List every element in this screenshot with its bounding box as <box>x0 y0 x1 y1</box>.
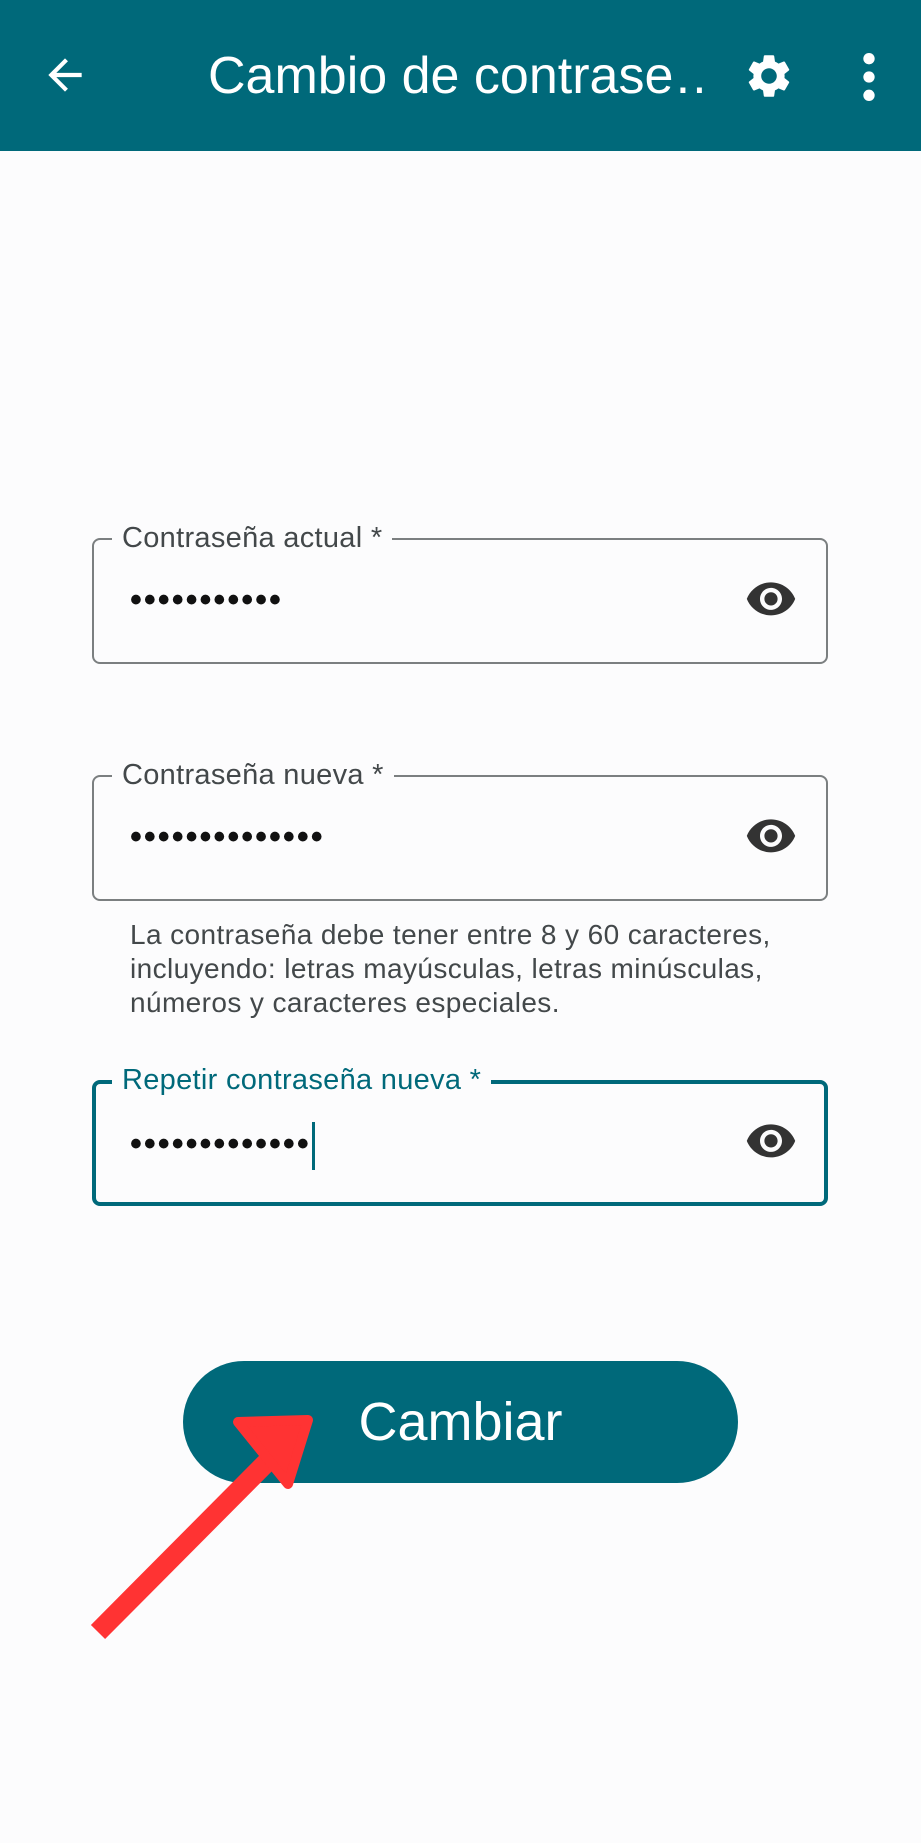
eye-icon[interactable] <box>744 578 798 622</box>
new-password-field[interactable]: Contraseña nueva * •••••••••••••• <box>92 757 828 901</box>
current-password-label: Contraseña actual * <box>112 520 393 556</box>
new-password-value: •••••••••••••• <box>130 818 325 856</box>
gear-icon[interactable] <box>743 50 795 102</box>
current-password-value: ••••••••••• <box>130 581 283 619</box>
repeat-password-label: Repetir contraseña nueva * <box>112 1062 492 1098</box>
repeat-password-value: ••••••••••••• <box>130 1124 311 1163</box>
arrow-back-icon[interactable] <box>40 50 90 100</box>
current-password-field[interactable]: Contraseña actual * ••••••••••• <box>92 520 828 664</box>
page-title: Cambio de contrase… <box>208 47 708 105</box>
new-password-label: Contraseña nueva * <box>112 757 394 793</box>
text-caret <box>311 1122 315 1170</box>
password-helper-text: La contraseña debe tener entre 8 y 60 ca… <box>130 919 771 1018</box>
eye-icon[interactable] <box>744 815 798 859</box>
repeat-password-input[interactable]: ••••••••••••• <box>130 1122 315 1170</box>
cambiar-button[interactable]: Cambiar <box>183 1361 738 1483</box>
more-vert-icon[interactable] <box>852 52 886 102</box>
eye-icon[interactable] <box>744 1120 798 1164</box>
repeat-password-field[interactable]: Repetir contraseña nueva * ••••••••••••• <box>92 1062 828 1206</box>
app-bar: Cambio de contrase… <box>0 0 921 151</box>
